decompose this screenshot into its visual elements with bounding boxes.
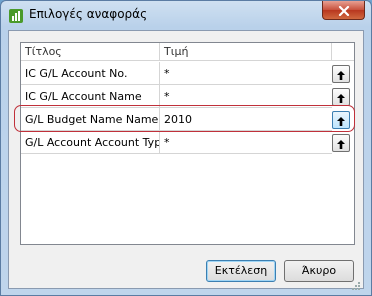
row-value-field[interactable]: 2010: [160, 108, 332, 131]
arrow-up-icon: [337, 134, 345, 153]
table-row[interactable]: G/L Account Account Type *: [21, 131, 354, 154]
table-row[interactable]: IC G/L Account No. *: [21, 62, 354, 85]
row-lookup-button[interactable]: [332, 88, 350, 106]
execute-button[interactable]: Εκτέλεση: [206, 260, 276, 282]
close-button[interactable]: [322, 1, 365, 20]
table-row-selected[interactable]: G/L Budget Name Name 2010: [21, 108, 354, 131]
arrow-up-icon: [337, 111, 345, 130]
window-title: Επιλογές αναφοράς: [29, 7, 148, 21]
row-value-field[interactable]: *: [160, 131, 332, 154]
row-value-field[interactable]: *: [160, 62, 332, 85]
row-lookup-button[interactable]: [332, 134, 350, 152]
resize-grip-icon[interactable]: [351, 276, 361, 290]
row-name: IC G/L Account No.: [21, 62, 160, 85]
row-value-field[interactable]: *: [160, 85, 332, 108]
row-lookup-button[interactable]: [332, 111, 350, 129]
arrow-up-icon: [337, 88, 345, 107]
cancel-button[interactable]: Άκυρο: [284, 260, 354, 282]
column-header-title[interactable]: Τίτλος: [21, 43, 160, 61]
arrow-up-icon: [337, 65, 345, 84]
grid-header: Τίτλος Τιμή: [21, 43, 354, 61]
options-grid: Τίτλος Τιμή IC G/L Account No. * IC G/L …: [20, 42, 355, 245]
row-name: G/L Budget Name Name: [21, 108, 160, 131]
title-bar: Επιλογές αναφοράς: [1, 1, 371, 29]
close-icon: [338, 1, 350, 20]
report-options-dialog: Επιλογές αναφοράς Τίτλος Τιμή IC G/L Acc…: [0, 0, 372, 296]
report-icon: [8, 8, 24, 24]
row-name: IC G/L Account Name: [21, 85, 160, 108]
dialog-body: Τίτλος Τιμή IC G/L Account No. * IC G/L …: [8, 30, 364, 290]
table-row[interactable]: IC G/L Account Name *: [21, 85, 354, 108]
column-header-value[interactable]: Τιμή: [160, 43, 332, 61]
row-name: G/L Account Account Type: [21, 131, 160, 154]
row-lookup-button[interactable]: [332, 65, 350, 83]
